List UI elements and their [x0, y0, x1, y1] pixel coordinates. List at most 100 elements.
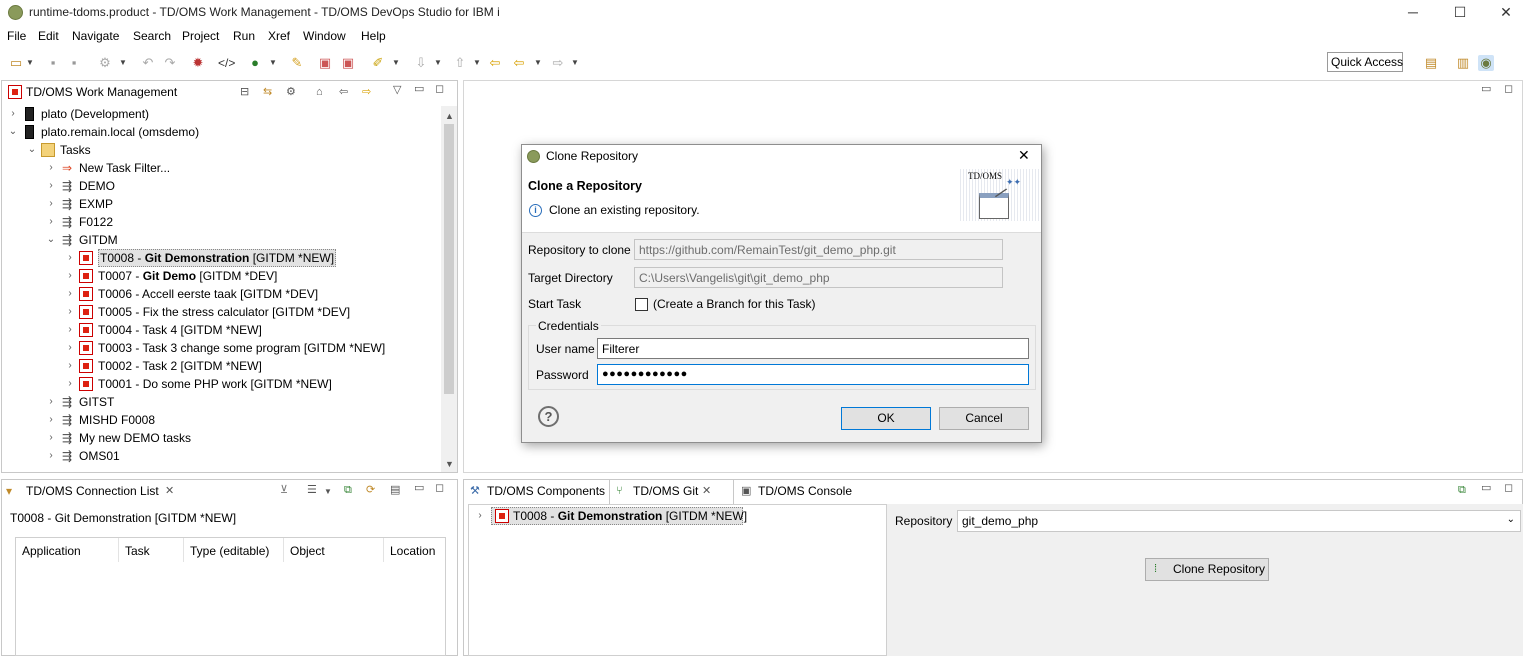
- tree-item[interactable]: › T0006 - Accell eerste taak [GITDM *DEV]: [2, 285, 440, 303]
- menu-file[interactable]: File: [7, 29, 26, 43]
- expand-arrow-icon[interactable]: ›: [475, 507, 485, 525]
- maximize-view-icon[interactable]: ◻: [435, 482, 444, 494]
- tab-components[interactable]: ⚒ TD/OMS Components: [464, 480, 609, 503]
- tree-item[interactable]: › ⇶ GITST: [2, 393, 440, 411]
- expand-arrow-icon[interactable]: ›: [46, 393, 56, 411]
- tab-git[interactable]: ⑂ TD/OMS Git ✕: [609, 480, 734, 504]
- cart-icon[interactable]: ⊻: [280, 484, 288, 496]
- tree-item[interactable]: › T0007 - Git Demo [GITDM *DEV]: [2, 267, 440, 285]
- tree-item[interactable]: › T0008 - Git Demonstration [GITDM *NEW]: [2, 249, 440, 267]
- settings-gear-icon[interactable]: ⚙: [286, 86, 296, 98]
- scroll-down-icon[interactable]: ▼: [445, 458, 454, 470]
- chevron-down-icon[interactable]: ▼: [26, 55, 34, 71]
- minimize-view-icon[interactable]: ▭: [414, 83, 424, 95]
- undo-icon[interactable]: ↶: [140, 55, 156, 71]
- tree-item[interactable]: › T0002 - Task 2 [GITDM *NEW]: [2, 357, 440, 375]
- menu-edit[interactable]: Edit: [38, 29, 59, 43]
- view-menu-icon[interactable]: ▽: [393, 84, 401, 96]
- expand-arrow-icon[interactable]: ›: [65, 375, 75, 393]
- task-list-icon[interactable]: ▣: [340, 55, 356, 71]
- expand-arrow-icon[interactable]: ›: [65, 249, 75, 267]
- maximize-view-icon[interactable]: ◻: [1504, 83, 1513, 95]
- refresh-icon[interactable]: ⟳: [366, 484, 375, 496]
- minimize-view-icon[interactable]: ▭: [414, 482, 424, 494]
- tree-item[interactable]: ⌄ ⇶ GITDM: [2, 231, 440, 249]
- prev-annotation-icon[interactable]: ⇧: [452, 55, 468, 71]
- menu-window[interactable]: Window: [303, 29, 346, 43]
- chevron-down-icon[interactable]: ▼: [534, 55, 542, 71]
- redo-icon[interactable]: ↷: [162, 55, 178, 71]
- target-directory-field[interactable]: C:\Users\Vangelis\git\git_demo_php: [634, 267, 1003, 288]
- tree-item[interactable]: › T0001 - Do some PHP work [GITDM *NEW]: [2, 375, 440, 393]
- tree-item[interactable]: › ⇶ EXMP: [2, 195, 440, 213]
- username-field[interactable]: Filterer: [597, 338, 1029, 359]
- tree-item[interactable]: › ⇶ F0122: [2, 213, 440, 231]
- minimize-view-icon[interactable]: ▭: [1481, 83, 1491, 95]
- column-header-location[interactable]: Location: [384, 538, 446, 562]
- tree-item-selected-task[interactable]: T0008 - Git Demonstration [GITDM *NEW]: [491, 507, 747, 525]
- chevron-down-icon[interactable]: ▼: [324, 486, 332, 498]
- expand-arrow-icon[interactable]: ›: [65, 267, 75, 285]
- column-header-application[interactable]: Application: [16, 538, 119, 562]
- maximize-button[interactable]: ☐: [1437, 2, 1483, 24]
- tab-console[interactable]: ▣ TD/OMS Console: [734, 480, 859, 503]
- scroll-up-icon[interactable]: ▲: [445, 110, 454, 122]
- expand-arrow-icon[interactable]: ›: [65, 285, 75, 303]
- dialog-close-icon[interactable]: ✕: [1018, 147, 1030, 164]
- collapse-arrow-icon[interactable]: ⌄: [46, 231, 56, 249]
- last-edit-icon[interactable]: ⇦: [487, 55, 503, 71]
- collapse-all-icon[interactable]: ⊟: [240, 86, 249, 98]
- menu-search[interactable]: Search: [133, 29, 171, 43]
- expand-arrow-icon[interactable]: ›: [65, 357, 75, 375]
- debug-icon[interactable]: ✹: [190, 55, 206, 71]
- run-icon[interactable]: ●: [247, 55, 263, 71]
- chevron-down-icon[interactable]: ▼: [119, 55, 127, 71]
- tree-scrollbar-thumb[interactable]: [444, 124, 454, 394]
- tree-item[interactable]: › plato (Development): [2, 105, 440, 123]
- tree-item[interactable]: › ⇶ OMS01: [2, 447, 440, 465]
- create-branch-label[interactable]: (Create a Branch for this Task): [653, 297, 816, 311]
- pin-view-icon[interactable]: ⧉: [1458, 484, 1466, 496]
- column-header-task[interactable]: Task: [119, 538, 184, 562]
- expand-arrow-icon[interactable]: ›: [65, 303, 75, 321]
- clone-repository-button[interactable]: ⁞ Clone Repository: [1145, 558, 1269, 581]
- expand-arrow-icon[interactable]: ›: [46, 411, 56, 429]
- pencil-icon[interactable]: ✎: [289, 55, 305, 71]
- tree-item[interactable]: › ⇶ My new DEMO tasks: [2, 429, 440, 447]
- expand-arrow-icon[interactable]: ›: [46, 195, 56, 213]
- close-tab-icon[interactable]: ✕: [165, 485, 174, 497]
- task-icon[interactable]: ▣: [317, 55, 333, 71]
- tree-item[interactable]: ⌄ plato.remain.local (omsdemo): [2, 123, 440, 141]
- tree-item[interactable]: ⌄ Tasks: [2, 141, 440, 159]
- help-icon[interactable]: ?: [538, 406, 559, 427]
- connection-list-title[interactable]: TD/OMS Connection List: [26, 484, 159, 498]
- collapse-arrow-icon[interactable]: ⌄: [8, 123, 18, 141]
- next-annotation-icon[interactable]: ⇩: [413, 55, 429, 71]
- tree-item[interactable]: › ⇶ MISHD F0008: [2, 411, 440, 429]
- list-options-icon[interactable]: ☰: [307, 484, 317, 496]
- repository-select[interactable]: git_demo_php ⌄: [957, 510, 1521, 532]
- pin-icon[interactable]: ✐: [370, 55, 386, 71]
- menu-help[interactable]: Help: [361, 29, 386, 43]
- expand-arrow-icon[interactable]: ›: [46, 177, 56, 195]
- tree-item[interactable]: › T0004 - Task 4 [GITDM *NEW]: [2, 321, 440, 339]
- tree-item[interactable]: › ⇶ DEMO: [2, 177, 440, 195]
- chevron-down-icon[interactable]: ▼: [571, 55, 579, 71]
- minimize-view-icon[interactable]: ▭: [1481, 482, 1491, 494]
- chevron-down-icon[interactable]: ▼: [392, 55, 400, 71]
- password-field[interactable]: ●●●●●●●●●●●●: [597, 364, 1029, 385]
- expand-arrow-icon[interactable]: ›: [46, 429, 56, 447]
- column-header-object[interactable]: Object: [284, 538, 384, 562]
- maximize-view-icon[interactable]: ◻: [435, 83, 444, 95]
- menu-navigate[interactable]: Navigate: [72, 29, 119, 43]
- create-branch-checkbox[interactable]: [635, 298, 648, 311]
- menu-xref[interactable]: Xref: [268, 29, 290, 43]
- expand-arrow-icon[interactable]: ›: [46, 159, 56, 177]
- tdoms-perspective-icon[interactable]: ◉: [1478, 55, 1494, 71]
- forward-icon[interactable]: ⇨: [362, 86, 371, 98]
- open-perspective-icon[interactable]: ▤: [1423, 55, 1439, 71]
- pin-view-icon[interactable]: ⧉: [344, 484, 352, 496]
- quick-access-input[interactable]: Quick Access: [1327, 52, 1403, 72]
- forward-icon[interactable]: ⇨: [550, 55, 566, 71]
- menu-run[interactable]: Run: [233, 29, 255, 43]
